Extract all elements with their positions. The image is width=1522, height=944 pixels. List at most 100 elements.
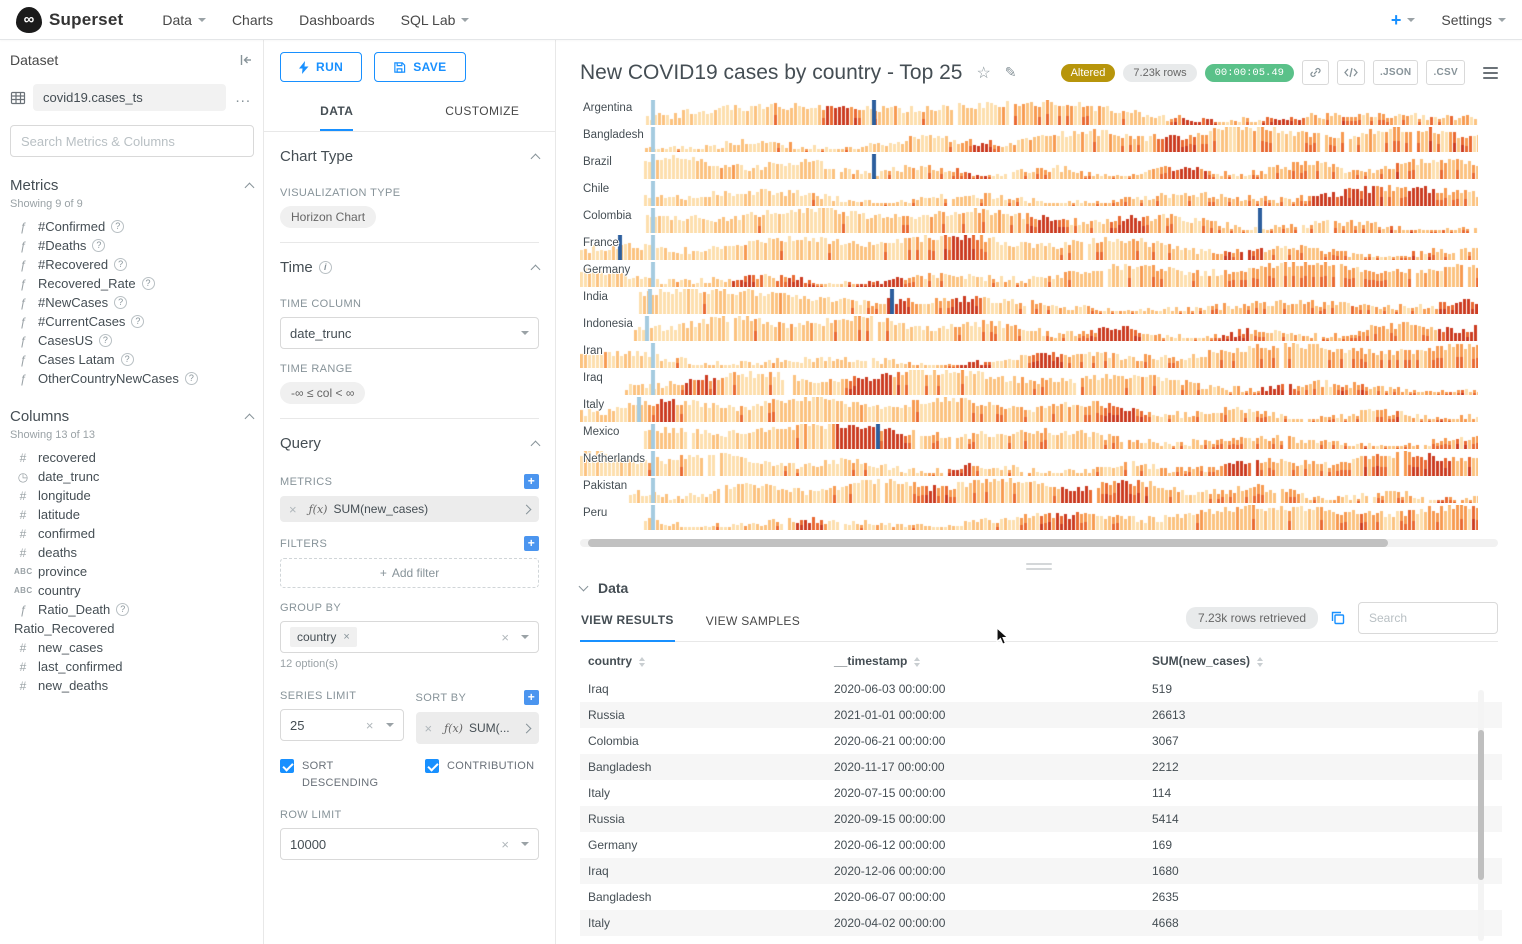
altered-badge[interactable]: Altered <box>1061 64 1116 82</box>
column-item[interactable]: #latitude <box>8 505 255 524</box>
nav-item-dashboards[interactable]: Dashboards <box>286 12 388 28</box>
group-by-chip[interactable]: country × <box>290 627 357 647</box>
collapse-metrics-icon[interactable] <box>245 183 255 193</box>
horizon-row[interactable]: Colombia <box>580 207 1498 234</box>
horizon-row[interactable]: Peru <box>580 504 1498 531</box>
add-sort-by-button[interactable]: + <box>524 690 539 705</box>
column-item[interactable]: #recovered <box>8 448 255 467</box>
remove-metric-icon[interactable]: × <box>289 503 297 516</box>
scrollbar-thumb[interactable] <box>588 539 1388 547</box>
edit-title-icon[interactable]: ✎ <box>1005 64 1017 81</box>
horizon-row[interactable]: Argentina <box>580 99 1498 126</box>
horizon-row[interactable]: Chile <box>580 180 1498 207</box>
embed-code-button[interactable] <box>1337 60 1365 85</box>
copy-data-button[interactable] <box>1330 610 1346 626</box>
collapse-section-icon[interactable] <box>531 265 541 275</box>
horizon-row[interactable]: France <box>580 234 1498 261</box>
series-limit-select[interactable]: 25 × <box>280 709 404 741</box>
add-filter-button[interactable]: + <box>524 536 539 551</box>
share-link-button[interactable] <box>1302 60 1329 85</box>
tab-view-samples[interactable]: VIEW SAMPLES <box>705 601 801 641</box>
horizon-row[interactable]: Iraq <box>580 369 1498 396</box>
horizon-row[interactable]: Brazil <box>580 153 1498 180</box>
metric-item[interactable]: ƒ#Deaths? <box>8 236 255 255</box>
metric-item[interactable]: ƒ#Confirmed? <box>8 217 255 236</box>
clear-icon[interactable]: × <box>501 838 509 851</box>
contribution-checkbox[interactable] <box>425 759 439 773</box>
metric-item[interactable]: ƒCasesUS? <box>8 331 255 350</box>
metric-item[interactable]: ƒ#NewCases? <box>8 293 255 312</box>
column-header[interactable]: country <box>580 644 826 676</box>
sort-icon[interactable] <box>1257 657 1263 667</box>
metric-item[interactable]: ƒOtherCountryNewCases? <box>8 369 255 388</box>
add-new-button[interactable]: + <box>1391 11 1416 29</box>
time-column-select[interactable]: date_trunc <box>280 317 539 349</box>
column-item[interactable]: ABCprovince <box>8 562 255 581</box>
row-limit-select[interactable]: 10000 × <box>280 828 539 860</box>
table-row[interactable]: Russia2020-09-15 00:00:005414 <box>580 806 1502 832</box>
remove-chip-icon[interactable]: × <box>343 631 349 643</box>
tab-data[interactable]: DATA <box>264 94 410 131</box>
results-search-input[interactable] <box>1358 602 1498 634</box>
table-row[interactable]: Bangladesh2020-06-07 00:00:002635 <box>580 884 1502 910</box>
group-by-select[interactable]: country × × <box>280 621 539 653</box>
save-button[interactable]: SAVE <box>374 52 465 82</box>
clear-icon[interactable]: × <box>501 631 509 644</box>
settings-menu[interactable]: Settings <box>1441 12 1506 28</box>
horizon-row[interactable]: Iran <box>580 342 1498 369</box>
column-item[interactable]: #deaths <box>8 543 255 562</box>
add-metric-button[interactable]: + <box>524 474 539 489</box>
table-row[interactable]: Iraq2020-06-03 00:00:00519 <box>580 676 1502 702</box>
chart-menu-button[interactable] <box>1483 67 1498 79</box>
table-row[interactable]: Germany2020-06-12 00:00:00169 <box>580 832 1502 858</box>
horizon-row[interactable]: Italy <box>580 396 1498 423</box>
collapse-panel-icon[interactable] <box>239 53 253 67</box>
time-range-chip[interactable]: -∞ ≤ col < ∞ <box>280 382 365 404</box>
add-filter-dropzone[interactable]: + Add filter <box>280 558 539 588</box>
brand-home-link[interactable]: ∞ Superset <box>16 7 123 33</box>
panel-resize-handle[interactable] <box>1026 563 1052 570</box>
column-header[interactable]: SUM(new_cases) <box>1144 644 1502 676</box>
favorite-star-icon[interactable]: ☆ <box>976 63 990 83</box>
column-item[interactable]: #longitude <box>8 486 255 505</box>
tab-view-results[interactable]: VIEW RESULTS <box>580 600 675 642</box>
column-item[interactable]: ABCcountry <box>8 581 255 600</box>
viz-type-chip[interactable]: Horizon Chart <box>280 206 376 228</box>
collapse-section-icon[interactable] <box>531 441 541 451</box>
clear-icon[interactable]: × <box>366 719 374 732</box>
column-item[interactable]: #last_confirmed <box>8 657 255 676</box>
column-header[interactable]: __timestamp <box>826 644 1144 676</box>
column-item[interactable]: ƒRatio_Death? <box>8 600 255 619</box>
horizon-row[interactable]: Netherlands <box>580 450 1498 477</box>
horizon-row[interactable]: Pakistan <box>580 477 1498 504</box>
tab-customize[interactable]: CUSTOMIZE <box>410 94 556 131</box>
dataset-name[interactable]: covid19.cases_ts <box>33 84 226 111</box>
metric-chip[interactable]: × ƒ(x) SUM(new_cases) <box>280 496 539 522</box>
table-row[interactable]: Russia2021-01-01 00:00:0026613 <box>580 702 1502 728</box>
horizon-row[interactable]: Germany <box>580 261 1498 288</box>
sort-icon[interactable] <box>914 657 920 667</box>
horizon-row[interactable]: Mexico <box>580 423 1498 450</box>
nav-item-data[interactable]: Data <box>149 12 219 28</box>
scrollbar-thumb[interactable] <box>1478 730 1484 880</box>
nav-item-sql-lab[interactable]: SQL Lab <box>388 12 483 28</box>
sort-descending-checkbox[interactable] <box>280 759 294 773</box>
horizon-row[interactable]: Bangladesh <box>580 126 1498 153</box>
table-row[interactable]: Bangladesh2020-11-17 00:00:002212 <box>580 754 1502 780</box>
column-item[interactable]: Ratio_Recovered <box>8 619 255 638</box>
table-row[interactable]: Italy2020-04-02 00:00:004668 <box>580 910 1502 936</box>
metric-item[interactable]: ƒ#CurrentCases? <box>8 312 255 331</box>
collapse-section-icon[interactable] <box>531 154 541 164</box>
sort-icon[interactable] <box>639 657 645 667</box>
table-row[interactable]: Italy2020-07-15 00:00:00114 <box>580 780 1502 806</box>
remove-sort-icon[interactable]: × <box>425 722 433 735</box>
sort-by-chip[interactable]: × ƒ(x) SUM(... <box>416 712 540 744</box>
data-section-header[interactable]: Data <box>580 580 1498 596</box>
horizon-row[interactable]: India <box>580 288 1498 315</box>
search-metrics-columns-input[interactable] <box>10 125 254 157</box>
metric-item[interactable]: ƒRecovered_Rate? <box>8 274 255 293</box>
column-item[interactable]: #new_deaths <box>8 676 255 695</box>
dataset-options-button[interactable]: ... <box>233 89 253 106</box>
column-item[interactable]: #new_cases <box>8 638 255 657</box>
horizontal-scrollbar[interactable] <box>580 539 1498 547</box>
